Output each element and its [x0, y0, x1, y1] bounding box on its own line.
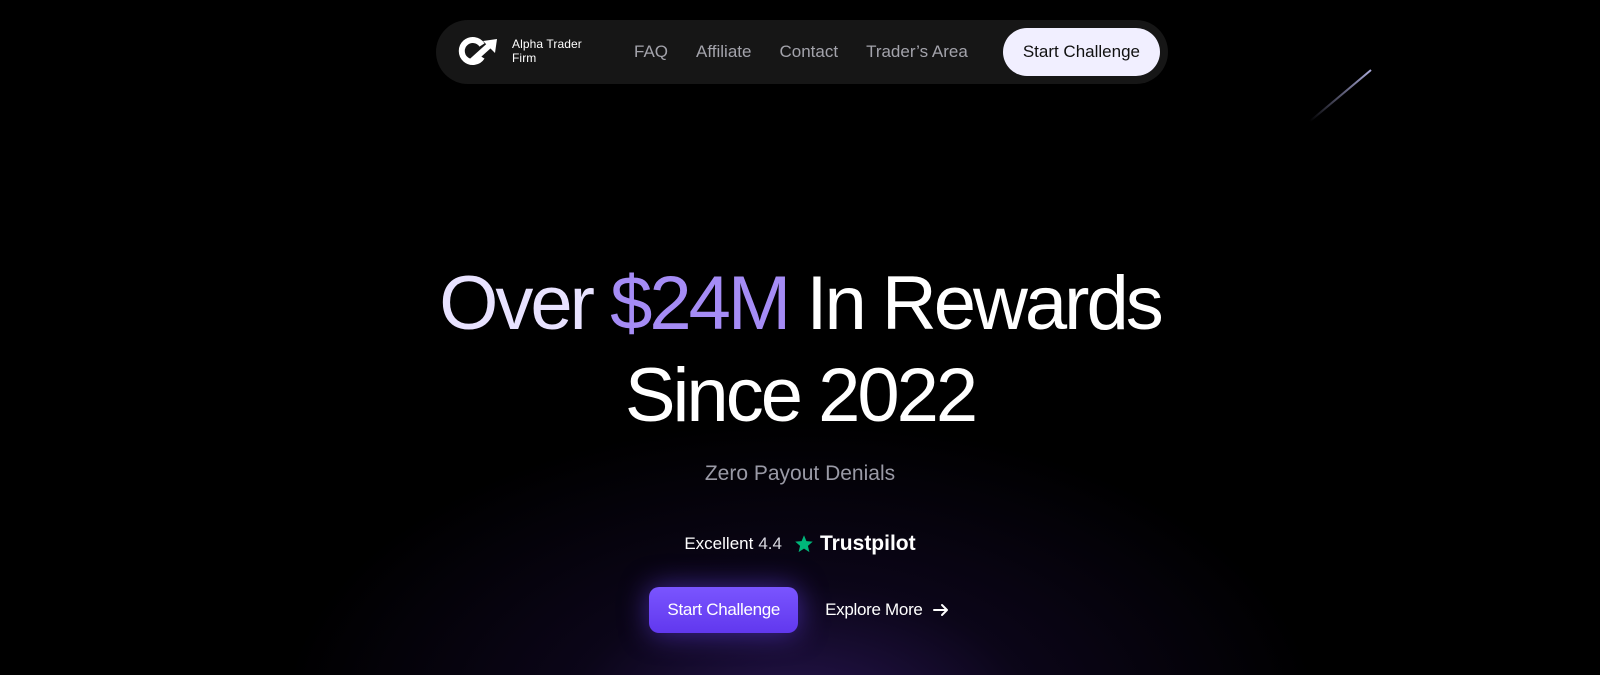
alpha-trader-logo-icon: [458, 37, 497, 65]
nav-links: FAQ Affiliate Contact Trader’s Area: [634, 20, 996, 84]
hero-title-prefix: Over: [439, 261, 611, 346]
nav-link-faq[interactable]: FAQ: [634, 42, 668, 62]
trustpilot-logo-text: Trustpilot: [819, 532, 916, 555]
nav-start-challenge-button[interactable]: Start Challenge: [1002, 28, 1160, 76]
top-navigation: Alpha Trader Firm FAQ Affiliate Contact …: [436, 20, 1168, 84]
explore-more-link[interactable]: Explore More: [825, 600, 951, 620]
start-challenge-button[interactable]: Start Challenge: [649, 587, 799, 633]
shooting-star-streak: [1309, 69, 1372, 123]
nav-link-contact[interactable]: Contact: [779, 42, 838, 62]
trustpilot-rating[interactable]: Excellent 4.4 Trustpilot: [0, 532, 1600, 556]
nav-link-traders-area[interactable]: Trader’s Area: [866, 42, 968, 62]
star-icon: [795, 535, 813, 553]
brand-logo[interactable]: Alpha Trader Firm: [456, 33, 592, 69]
hero-title-line2: Since 2022: [624, 353, 978, 438]
rating-score: 4.4: [758, 534, 782, 553]
rating-label: Excellent: [684, 534, 754, 553]
hero-title-highlight: $24M: [610, 261, 791, 346]
landing-page: Alpha Trader Firm FAQ Affiliate Contact …: [0, 0, 1600, 675]
hero-actions: Start Challenge Explore More: [0, 587, 1600, 633]
hero-title: Over $24M In Rewards Since 2022: [0, 258, 1600, 442]
nav-link-affiliate[interactable]: Affiliate: [696, 42, 751, 62]
hero-title-suffix: In Rewards: [788, 261, 1163, 346]
brand-name: Alpha Trader Firm: [512, 37, 582, 65]
hero-subtitle: Zero Payout Denials: [704, 462, 896, 485]
explore-more-label: Explore More: [825, 600, 923, 619]
arrow-right-icon: [932, 604, 948, 616]
